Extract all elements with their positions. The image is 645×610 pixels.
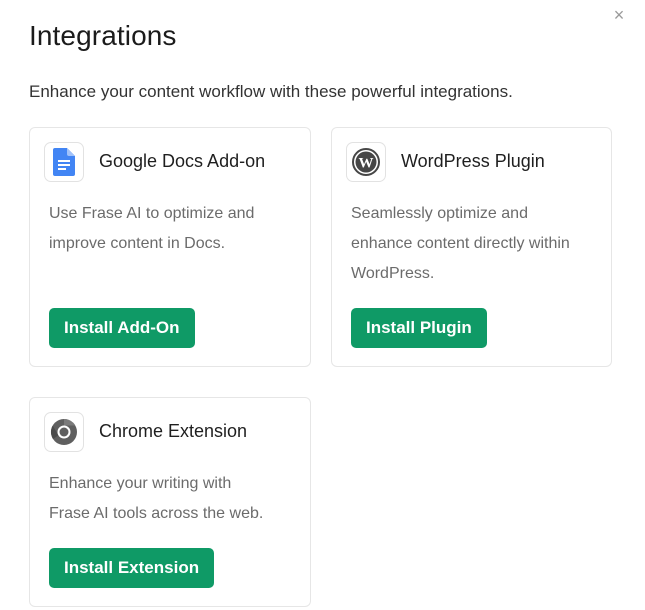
install-extension-button[interactable]: Install Extension — [49, 548, 215, 588]
chrome-icon — [44, 412, 84, 452]
wordpress-icon: W — [346, 142, 386, 182]
dialog-title: Integrations — [29, 20, 177, 51]
install-plugin-button[interactable]: Install Plugin — [351, 308, 487, 348]
card-description: Use Frase AI to optimize and improve con… — [49, 199, 254, 259]
integration-card-chrome: Chrome Extension Enhance your writing wi… — [29, 397, 311, 607]
google-docs-icon — [44, 142, 84, 182]
card-description-line: Enhance your writing with — [49, 475, 232, 492]
dialog-subtitle: Enhance your content workflow with these… — [29, 82, 513, 101]
card-title: Chrome Extension — [99, 421, 248, 441]
svg-text:W: W — [359, 156, 374, 172]
card-description-line: enhance content directly within — [351, 235, 570, 252]
card-description-line: WordPress. — [351, 265, 435, 282]
card-description: Enhance your writing with Frase AI tools… — [49, 469, 263, 529]
card-description: Seamlessly optimize and enhance content … — [351, 199, 570, 289]
card-description-line: Use Frase AI to optimize and — [49, 205, 255, 222]
card-description-line: Frase AI tools across the web. — [49, 505, 264, 522]
card-description-line: Seamlessly optimize and — [351, 205, 528, 222]
integration-card-google-docs: Google Docs Add-on Use Frase AI to optim… — [29, 127, 311, 367]
close-icon[interactable]: × — [614, 5, 625, 25]
integration-card-wordpress: W WordPress Plugin Seamlessly optimize a… — [331, 127, 612, 367]
close-button[interactable]: × — [609, 5, 629, 25]
card-title: Google Docs Add-on — [99, 151, 266, 171]
card-description-line: improve content in Docs. — [49, 235, 226, 252]
install-add-on-button[interactable]: Install Add-On — [49, 308, 195, 348]
card-title: WordPress Plugin — [401, 151, 545, 171]
